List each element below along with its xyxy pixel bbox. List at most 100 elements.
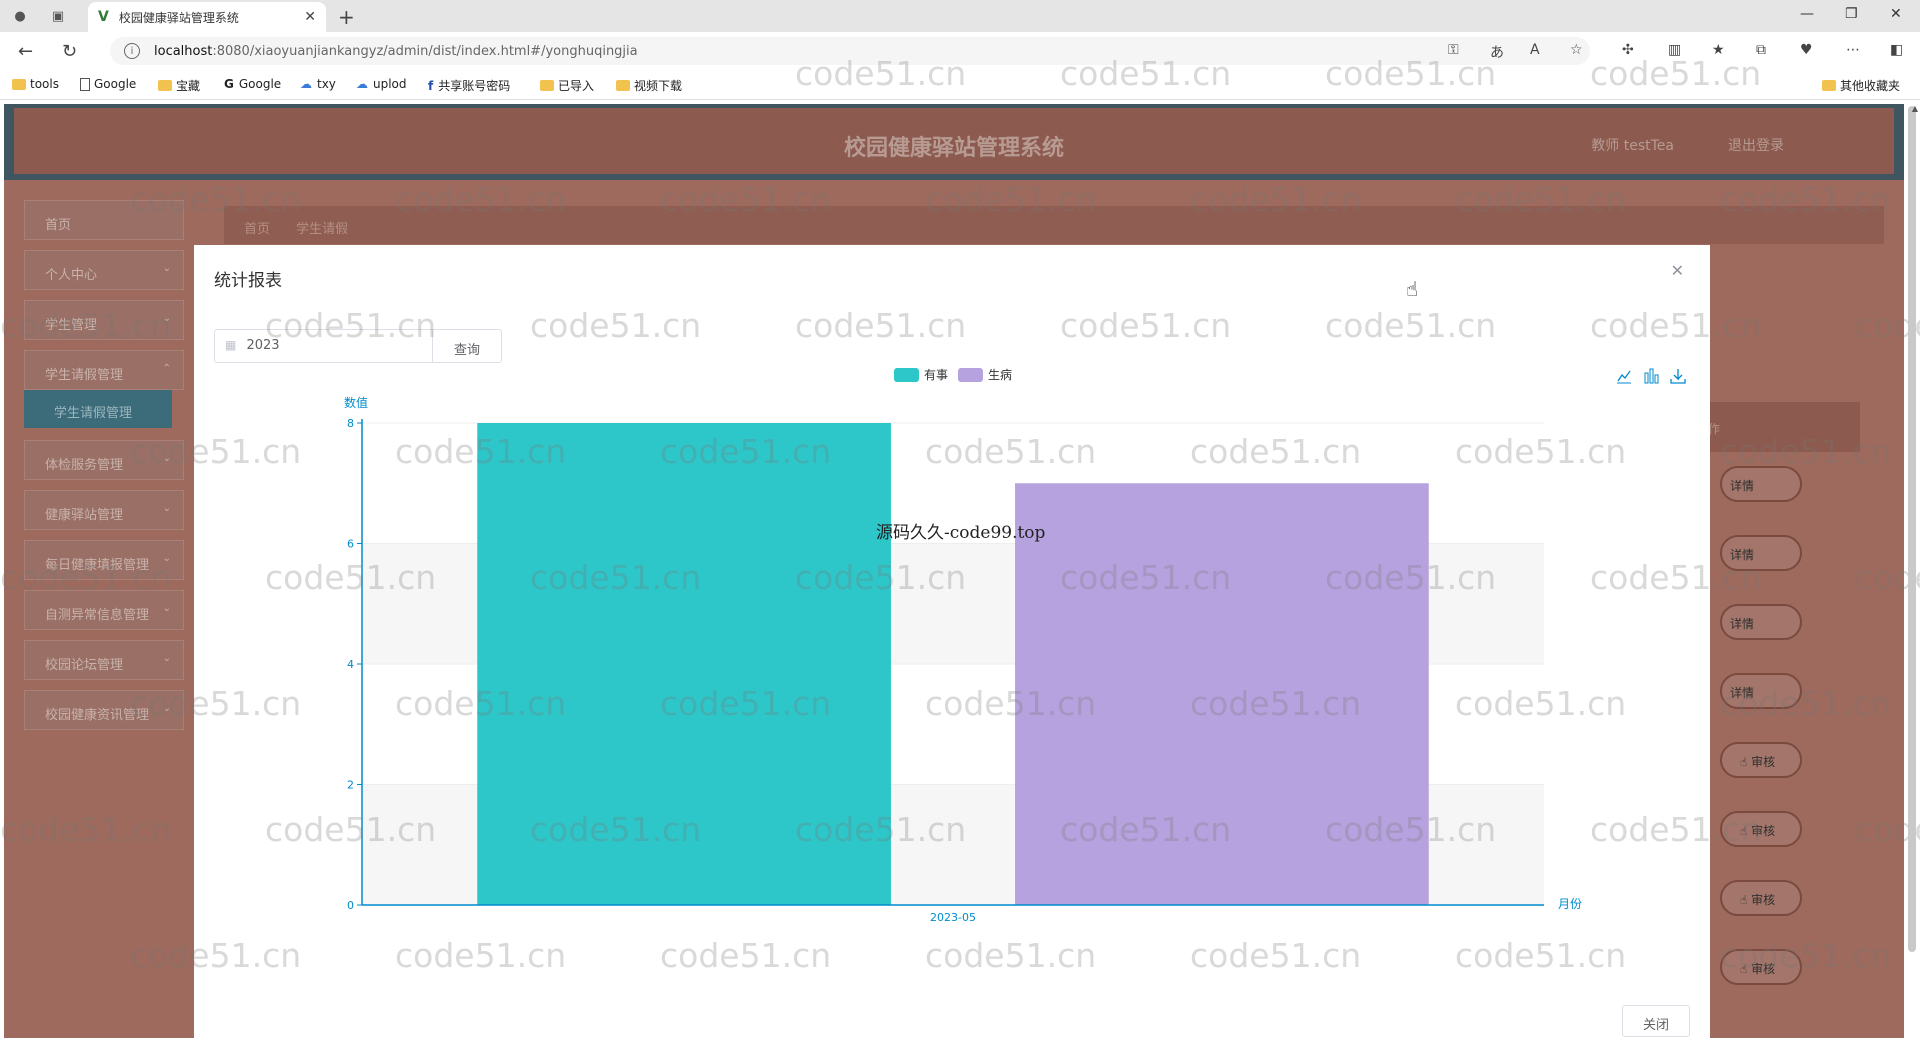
legend-label: 生病 [988, 367, 1012, 382]
bookmark-treasure[interactable]: 宝藏 [158, 77, 200, 94]
bar-chart-icon-c [1654, 374, 1659, 384]
app-logo-icon: f [428, 78, 434, 93]
sidebar-item-daily-report[interactable]: 每日健康填报管理 ⌄ [24, 540, 184, 580]
audit-button[interactable]: ☝ 审核 [1720, 880, 1802, 916]
breadcrumb-current: 学生请假 [296, 222, 349, 237]
x-axis-label: 月份 [1558, 897, 1582, 911]
favorites-icon[interactable]: ★ [1712, 42, 1725, 58]
thumb-icon: ☝ [1740, 824, 1752, 838]
vue-logo-icon: V [98, 9, 109, 25]
bookmark-shared-accounts[interactable]: f 共享账号密码 [428, 77, 510, 94]
sidebar-item-label: 体检服务管理 [45, 458, 124, 473]
more-icon[interactable]: ⋯ [1846, 42, 1860, 58]
button-label: 详情 [1730, 617, 1755, 631]
close-button[interactable]: 关闭 [1622, 1005, 1690, 1037]
sidebar-subitem-label: 学生请假管理 [54, 406, 133, 421]
bookmarks-bar: tools Google 宝藏 G Google ☁ txy ☁ uplod f 共享账… [0, 70, 1920, 100]
reload-icon[interactable]: ↻ [62, 41, 77, 62]
bookmark-label: txy [317, 77, 336, 91]
button-label: 审核 [1751, 755, 1776, 769]
sidebar-item-leave[interactable]: 学生请假管理 ⌃ [24, 350, 184, 390]
favorite-star-icon[interactable]: ☆ [1570, 42, 1583, 58]
breadcrumb-home[interactable]: 首页 [244, 222, 270, 237]
minimize-icon[interactable]: — [1800, 6, 1814, 22]
sidebar-item-label: 个人中心 [45, 268, 98, 283]
chevron-down-icon: ⌄ [162, 453, 171, 464]
browser-essentials-icon[interactable]: ♥ [1800, 42, 1813, 58]
audit-button[interactable]: ☝ 审核 [1720, 742, 1802, 778]
bookmark-other-favorites[interactable]: 其他收藏夹 [1822, 77, 1900, 94]
collections-icon[interactable]: ⧉ [1756, 42, 1766, 58]
sidebar-toggle-icon[interactable]: ◧ [1890, 42, 1903, 58]
sidebar-subitem-leave-management[interactable]: 学生请假管理 [24, 390, 172, 428]
bookmark-imported[interactable]: 已导入 [540, 77, 594, 94]
key-icon[interactable]: ⚿ [1448, 42, 1459, 58]
logout-link[interactable]: 退出登录 [1728, 135, 1784, 155]
url-host: localhost [154, 43, 213, 59]
bookmark-tools[interactable]: tools [12, 77, 59, 91]
new-tab-icon[interactable]: + [338, 5, 355, 29]
sidebar-item-health-station[interactable]: 健康驿站管理 ⌄ [24, 490, 184, 530]
site-info-icon[interactable]: i [124, 43, 140, 59]
split-screen-icon[interactable]: ▥ [1668, 42, 1681, 58]
browser-tab[interactable]: V 校园健康驿站管理系统 ✕ [88, 2, 326, 32]
restore-icon[interactable]: ❐ [1845, 6, 1858, 22]
bookmark-label: Google [94, 77, 137, 91]
page-scrollbar[interactable] [1908, 106, 1916, 952]
sidebar-item-forum[interactable]: 校园论坛管理 ⌄ [24, 640, 184, 680]
sidebar-item-checkup[interactable]: 体检服务管理 ⌄ [24, 440, 184, 480]
audit-button[interactable]: ☝ 审核 [1720, 811, 1802, 847]
sidebar-item-self-test[interactable]: 自测异常信息管理 ⌄ [24, 590, 184, 630]
window-close-icon[interactable]: ✕ [1890, 6, 1902, 22]
url-field[interactable]: i localhost:8080/xiaoyuanjiankangyz/admi… [110, 37, 1590, 65]
detail-button[interactable]: 详情 [1720, 604, 1802, 640]
scroll-up-icon[interactable]: ▲ [1912, 104, 1918, 113]
extensions-icon[interactable]: ✣ [1622, 42, 1634, 58]
download-icon [1673, 369, 1683, 381]
sidebar-item-news[interactable]: 校园健康资讯管理 ⌄ [24, 690, 184, 730]
detail-button[interactable]: 详情 [1720, 673, 1802, 709]
chevron-down-icon: ⌄ [162, 553, 171, 564]
bookmark-label: 已导入 [558, 79, 595, 93]
bookmark-video-download[interactable]: 视频下载 [616, 77, 682, 94]
sidebar-item-label: 学生请假管理 [45, 368, 124, 383]
close-tab-icon[interactable]: ✕ [304, 9, 316, 25]
back-icon[interactable]: ← [18, 41, 33, 62]
button-label: 审核 [1751, 824, 1776, 838]
thumb-icon: ☝ [1740, 755, 1752, 769]
profile-icon[interactable]: ● [10, 6, 30, 26]
url-path: :8080/xiaoyuanjiankangyz/admin/dist/inde… [212, 43, 638, 59]
bookmark-label: 宝藏 [176, 79, 201, 93]
bookmark-google-doc[interactable]: Google [80, 77, 136, 91]
chevron-down-icon: ⌄ [162, 263, 171, 274]
y-tick-label: 8 [347, 417, 354, 430]
sidebar-item-personal-center[interactable]: 个人中心 ⌄ [24, 250, 184, 290]
app-header: 校园健康驿站管理系统 教师 testTea 退出登录 [4, 104, 1904, 180]
button-label: 审核 [1751, 893, 1776, 907]
detail-button[interactable]: 详情 [1720, 535, 1802, 571]
sidebar-item-label: 每日健康填报管理 [45, 558, 150, 573]
y-tick-label: 4 [347, 658, 354, 671]
bookmark-uplod[interactable]: ☁ uplod [356, 77, 407, 91]
tab-actions-icon[interactable]: ▣ [48, 6, 68, 26]
bar-有事 [477, 423, 891, 905]
cloud-icon: ☁ [300, 77, 312, 91]
google-logo-icon: G [224, 77, 234, 91]
read-aloud-icon[interactable]: A [1530, 42, 1540, 58]
bookmark-google[interactable]: G Google [224, 77, 281, 91]
sidebar-item-students[interactable]: 学生管理 ⌄ [24, 300, 184, 340]
folder-icon [540, 80, 554, 91]
bar-生病 [1015, 483, 1429, 905]
bookmark-label: tools [30, 77, 59, 91]
chevron-up-icon: ⌃ [162, 363, 171, 374]
legend-swatch [894, 368, 919, 382]
sidebar-item-home[interactable]: 首页 [24, 200, 184, 240]
sidebar-item-label: 自测异常信息管理 [45, 608, 150, 623]
bookmark-txy[interactable]: ☁ txy [300, 77, 336, 91]
audit-button[interactable]: ☝ 审核 [1720, 949, 1802, 985]
bar-chart-icon-b [1649, 368, 1654, 384]
y-tick-label: 0 [347, 899, 354, 912]
browser-tab-bar: ● ▣ V 校园健康驿站管理系统 ✕ + — ❐ ✕ [0, 0, 1920, 32]
detail-button[interactable]: 详情 [1720, 466, 1802, 502]
translate-icon[interactable]: あ [1490, 42, 1504, 62]
